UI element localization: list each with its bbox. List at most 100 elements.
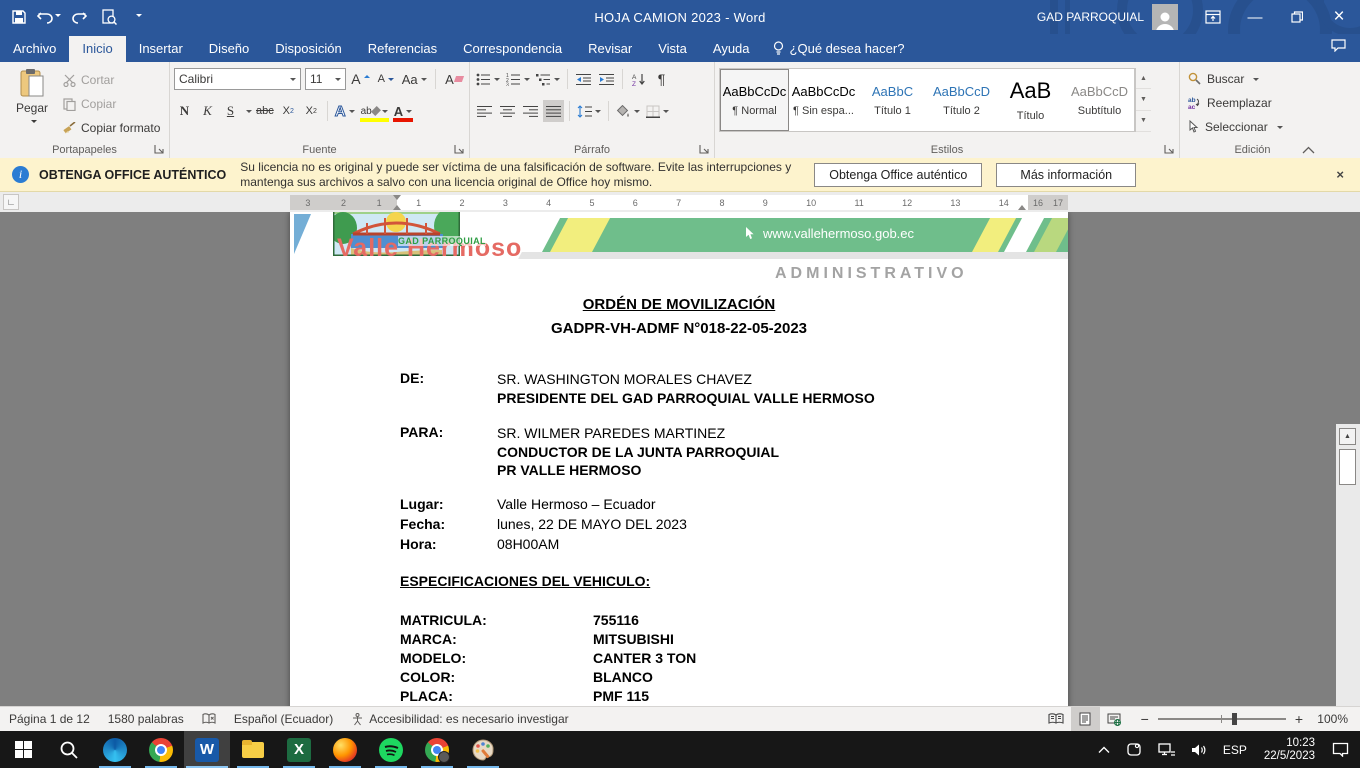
clear-formatting-button[interactable]: A xyxy=(443,68,465,90)
taskbar-chrome-app[interactable] xyxy=(414,731,460,768)
find-button[interactable]: Buscar xyxy=(1184,68,1321,89)
scroll-up-icon[interactable]: ▲ xyxy=(1339,428,1356,445)
paragraph-dialog-launcher-icon[interactable] xyxy=(698,143,710,155)
ribbon-tab[interactable]: Insertar xyxy=(126,36,196,62)
minimize-button[interactable]: — xyxy=(1234,0,1276,34)
grow-font-button[interactable]: A xyxy=(350,68,372,90)
styles-scroll-down-icon[interactable]: ▼ xyxy=(1136,89,1151,110)
network-icon[interactable] xyxy=(1151,731,1182,768)
replace-button[interactable]: abac Reemplazar xyxy=(1184,92,1321,113)
collapse-ribbon-icon[interactable] xyxy=(1302,146,1315,154)
proofing-status[interactable] xyxy=(193,707,225,731)
ribbon-tab[interactable]: Correspondencia xyxy=(450,36,575,62)
increase-indent-button[interactable] xyxy=(596,68,617,90)
font-color-button[interactable]: A xyxy=(392,100,414,122)
ribbon-tab[interactable]: Revisar xyxy=(575,36,645,62)
show-marks-button[interactable]: ¶ xyxy=(651,68,672,90)
paste-button[interactable]: Pegar xyxy=(4,68,60,140)
style-item[interactable]: AaBbCcDc ¶ Sin espa... xyxy=(789,69,858,131)
bold-button[interactable]: N xyxy=(174,100,195,122)
zoom-in-icon[interactable]: + xyxy=(1295,711,1303,727)
text-effects-button[interactable]: A xyxy=(333,100,357,122)
taskbar-chrome[interactable] xyxy=(138,731,184,768)
volume-icon[interactable] xyxy=(1184,731,1214,768)
cut-button[interactable]: Cortar xyxy=(60,69,163,91)
ribbon-display-options-icon[interactable] xyxy=(1192,0,1234,34)
ribbon-tab[interactable]: Archivo xyxy=(0,36,69,62)
line-spacing-button[interactable] xyxy=(575,100,603,122)
bullets-button[interactable] xyxy=(474,68,502,90)
account-name[interactable]: GAD PARROQUIAL xyxy=(1037,10,1144,24)
taskbar-firefox[interactable] xyxy=(322,731,368,768)
subscript-button[interactable]: X2 xyxy=(278,100,299,122)
clipboard-dialog-launcher-icon[interactable] xyxy=(153,143,165,155)
feedback-icon[interactable] xyxy=(1317,39,1360,62)
print-layout-button[interactable] xyxy=(1071,707,1100,731)
justify-button[interactable] xyxy=(543,100,564,122)
tray-chevron-icon[interactable] xyxy=(1091,731,1117,768)
document-page[interactable]: Valle Hermoso GAD PARROQUIAL www.vallehe… xyxy=(290,212,1068,706)
format-painter-button[interactable]: Copiar formato xyxy=(60,117,163,139)
print-preview-icon[interactable] xyxy=(96,4,122,30)
taskbar-spotify[interactable] xyxy=(368,731,414,768)
multilevel-list-button[interactable] xyxy=(534,68,562,90)
zoom-percent[interactable]: 100% xyxy=(1312,712,1348,726)
align-left-button[interactable] xyxy=(474,100,495,122)
avatar[interactable] xyxy=(1152,4,1178,30)
zoom-slider[interactable] xyxy=(1158,718,1286,720)
shrink-font-button[interactable]: A xyxy=(375,68,396,90)
font-name-select[interactable]: Calibri xyxy=(174,68,301,90)
font-size-select[interactable]: 11 xyxy=(305,68,346,90)
scrollbar-thumb[interactable] xyxy=(1339,449,1356,485)
taskbar-clock[interactable]: 10:23 22/5/2023 xyxy=(1256,737,1323,763)
get-office-button[interactable]: Obtenga Office auténtico xyxy=(814,163,982,187)
ribbon-tab[interactable]: Ayuda xyxy=(700,36,763,62)
strikethrough-button[interactable]: abc xyxy=(254,100,276,122)
borders-button[interactable] xyxy=(644,100,671,122)
warning-close-icon[interactable]: × xyxy=(1320,167,1360,182)
decrease-indent-button[interactable] xyxy=(573,68,594,90)
styles-scroll-up-icon[interactable]: ▲ xyxy=(1136,68,1151,89)
tray-app-icon[interactable] xyxy=(1119,731,1149,768)
read-mode-button[interactable] xyxy=(1042,707,1071,731)
taskbar-edge[interactable] xyxy=(92,731,138,768)
zoom-slider-thumb[interactable] xyxy=(1232,713,1237,725)
superscript-button[interactable]: X2 xyxy=(301,100,322,122)
sort-button[interactable]: AZ xyxy=(628,68,649,90)
taskbar-search-button[interactable] xyxy=(46,731,92,768)
taskbar-word[interactable]: W xyxy=(184,731,230,768)
styles-more-icon[interactable]: ▼ xyxy=(1136,111,1151,132)
left-indent-marker[interactable] xyxy=(393,201,401,210)
align-right-button[interactable] xyxy=(520,100,541,122)
word-count[interactable]: 1580 palabras xyxy=(99,707,193,731)
horizontal-ruler[interactable]: 321 1234567891011121314 1617 xyxy=(290,195,1068,210)
align-center-button[interactable] xyxy=(497,100,518,122)
restore-button[interactable] xyxy=(1276,0,1318,34)
ribbon-tab[interactable]: Referencias xyxy=(355,36,450,62)
highlight-button[interactable]: ab xyxy=(359,100,390,122)
style-item[interactable]: AaBbCcD Título 2 xyxy=(927,69,996,131)
numbering-button[interactable]: 123 xyxy=(504,68,532,90)
save-icon[interactable] xyxy=(6,4,32,30)
action-center-icon[interactable] xyxy=(1325,731,1356,768)
taskbar-paint[interactable] xyxy=(460,731,506,768)
language-indicator[interactable]: Español (Ecuador) xyxy=(225,707,342,731)
undo-dropdown-caret[interactable] xyxy=(55,14,61,20)
vertical-scrollbar[interactable]: ▲ xyxy=(1336,424,1360,706)
taskbar-excel[interactable]: X xyxy=(276,731,322,768)
web-layout-button[interactable] xyxy=(1100,707,1129,731)
ribbon-tab[interactable]: Vista xyxy=(645,36,700,62)
undo-icon[interactable] xyxy=(36,4,62,30)
ribbon-tab[interactable]: Disposición xyxy=(262,36,354,62)
taskbar-explorer[interactable] xyxy=(230,731,276,768)
underline-caret[interactable] xyxy=(246,110,252,116)
select-button[interactable]: Seleccionar xyxy=(1184,116,1321,137)
page-indicator[interactable]: Página 1 de 12 xyxy=(0,707,99,731)
ribbon-tab[interactable]: Inicio xyxy=(69,36,125,62)
change-case-button[interactable]: Aa xyxy=(400,68,428,90)
underline-button[interactable]: S xyxy=(220,100,241,122)
tell-me-box[interactable]: ¿Qué desea hacer? xyxy=(763,41,915,62)
zoom-out-icon[interactable]: − xyxy=(1141,711,1149,727)
document-area[interactable]: Valle Hermoso GAD PARROQUIAL www.vallehe… xyxy=(0,212,1360,706)
italic-button[interactable]: K xyxy=(197,100,218,122)
